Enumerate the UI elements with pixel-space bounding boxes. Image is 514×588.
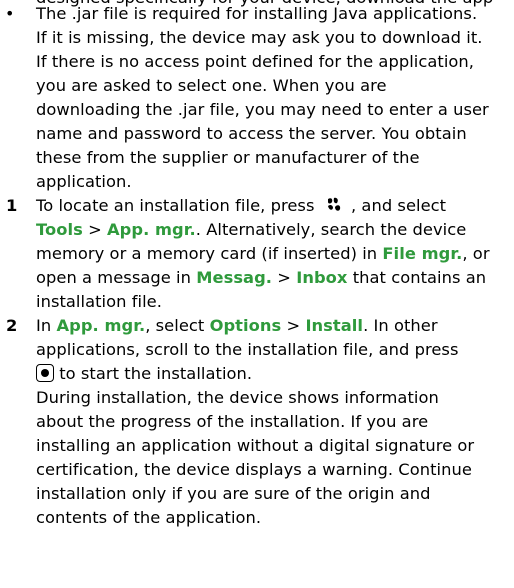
step-text: To locate an installation file, press	[36, 196, 315, 215]
menu-path-inbox: Inbox	[296, 268, 348, 287]
step-line: To locate an installation file, press , …	[36, 194, 446, 218]
bullet-line: you are asked to select one. When you ar…	[36, 76, 387, 95]
step-number: 2	[6, 316, 18, 335]
step-text: , select	[145, 316, 205, 335]
menu-path-messag: Messag.	[196, 268, 273, 287]
step-line: During installation, the device shows in…	[36, 388, 439, 407]
menu-path-app-mgr: App. mgr.	[107, 220, 196, 239]
step-text: . In other	[363, 316, 438, 335]
menu-key-icon	[327, 197, 340, 211]
bullet-line: application.	[36, 172, 132, 191]
menu-path-app-mgr: App. mgr.	[56, 316, 146, 335]
step-line: contents of the application.	[36, 508, 262, 527]
step-line: about the progress of the installation. …	[36, 412, 429, 431]
step-text: open a message in	[36, 268, 191, 287]
menu-path-options: Options	[209, 316, 282, 335]
bullet-line: downloading the .jar file, you may need …	[36, 100, 489, 119]
step-line: In App. mgr., select Options > Install. …	[36, 314, 438, 338]
step-text: to start the installation.	[59, 364, 253, 383]
step-text: In	[36, 316, 52, 335]
bullet-line: The .jar file is required for installing…	[36, 4, 478, 23]
step-text: . Alternatively, search the device	[195, 220, 467, 239]
path-separator: >	[88, 220, 102, 239]
bullet-marker: •	[5, 4, 15, 23]
bullet-line: If it is missing, the device may ask you…	[36, 28, 483, 47]
menu-path-tools: Tools	[36, 220, 83, 239]
bullet-line: If there is no access point defined for …	[36, 52, 475, 71]
step-line: certification, the device displays a war…	[36, 460, 472, 479]
menu-path-file-mgr: File mgr.	[382, 244, 463, 263]
step-line: installation only if you are sure of the…	[36, 484, 431, 503]
bullet-line: name and password to access the server. …	[36, 124, 467, 143]
step-text: , or	[462, 244, 490, 263]
menu-path-install: Install	[305, 316, 364, 335]
step-line: applications, scroll to the installation…	[36, 340, 459, 359]
step-text: that contains an	[352, 268, 487, 287]
step-line: open a message in Messag. > Inbox that c…	[36, 266, 486, 290]
step-line: installing an application without a digi…	[36, 436, 475, 455]
path-separator: >	[277, 268, 291, 287]
path-separator: >	[286, 316, 301, 335]
step-text: memory or a memory card (if inserted) in	[36, 244, 378, 263]
step-line: installation file.	[36, 292, 162, 311]
step-line: to start the installation.	[36, 362, 252, 386]
step-text: , and select	[350, 196, 447, 215]
step-line: memory or a memory card (if inserted) in…	[36, 242, 490, 266]
step-number: 1	[6, 196, 18, 215]
bullet-line: these from the supplier or manufacturer …	[36, 148, 420, 167]
scroll-key-icon	[36, 364, 54, 382]
step-line: Tools > App. mgr.. Alternatively, search…	[36, 218, 466, 242]
